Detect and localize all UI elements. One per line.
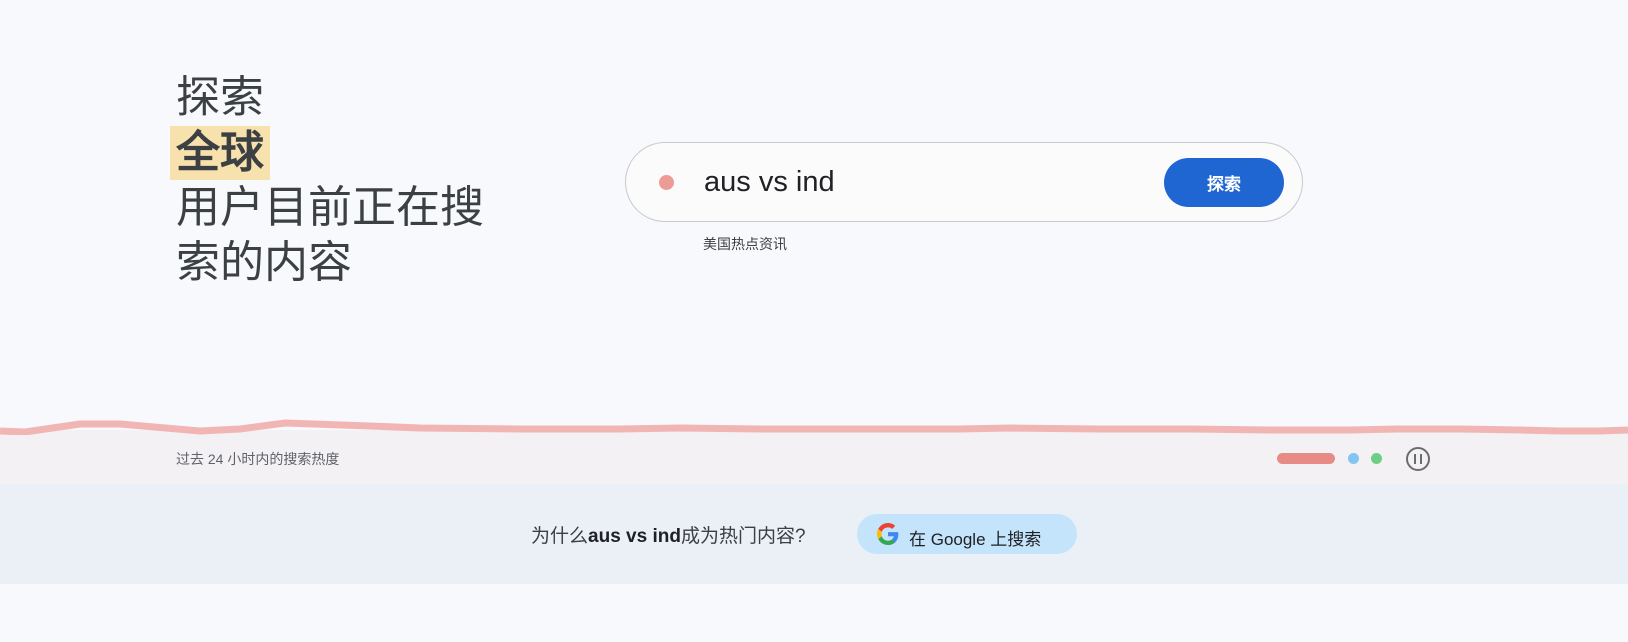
hero-highlight-word: 全球 [170,126,270,180]
explore-button[interactable]: 探索 [1164,158,1284,207]
why-trending-section [0,484,1628,584]
search-subtitle: 美国热点资讯 [703,236,787,252]
trend-caption: 过去 24 小时内的搜索热度 [176,451,340,467]
search-on-google-label: 在 Google 上搜索 [909,530,1042,549]
trend-line [0,419,1628,435]
pager-indicator-3[interactable] [1371,453,1382,464]
hero-line-4: 索的内容 [176,238,352,287]
search-box[interactable]: aus vs ind 探索 [625,142,1303,222]
why-suffix: 成为热门内容? [680,526,806,547]
why-trending-text: 为什么aus vs ind成为热门内容? [531,521,806,548]
search-query-text[interactable]: aus vs ind [704,163,835,201]
why-prefix: 为什么 [531,526,589,547]
google-g-icon [877,523,899,545]
pager-indicator-2[interactable] [1348,453,1359,464]
hero-line-1: 探索 [176,73,264,122]
pause-icon[interactable] [1406,447,1430,471]
pager-indicator-active[interactable] [1277,453,1335,464]
hero-title: 探索 全球 用户目前正在搜 索的内容 [170,70,516,290]
why-term: aus vs ind [588,526,681,547]
search-on-google-button[interactable]: 在 Google 上搜索 [857,514,1077,554]
trend-dot-icon [659,175,674,190]
hero-line-3: 用户目前正在搜 [176,183,484,232]
